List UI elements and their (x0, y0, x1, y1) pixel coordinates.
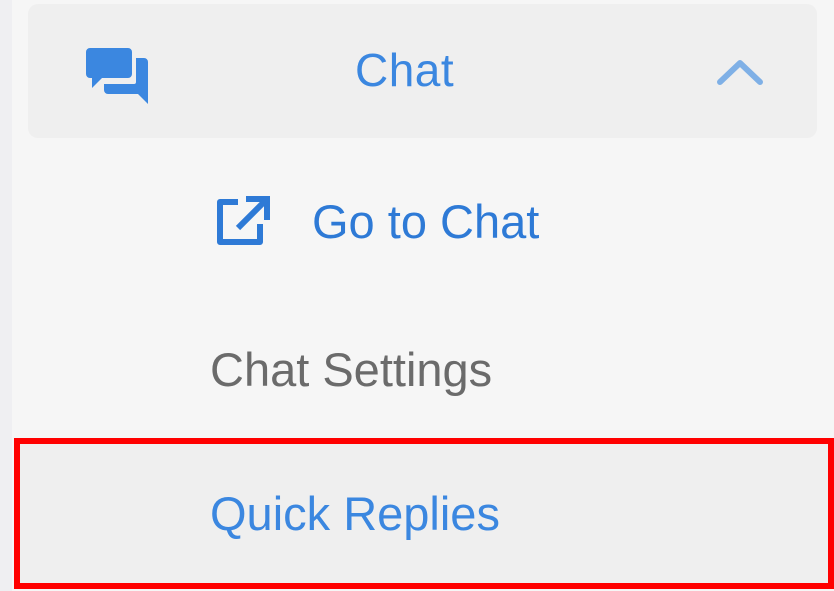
go-to-chat-label: Go to Chat (312, 195, 540, 248)
chevron-up-icon[interactable] (716, 58, 764, 86)
quick-replies-label: Quick Replies (210, 487, 500, 540)
go-to-chat-link[interactable]: Go to Chat (214, 190, 714, 260)
chat-bubbles-icon (86, 48, 148, 104)
quick-replies-link[interactable]: Quick Replies (210, 484, 710, 548)
sidebar-edge (0, 0, 12, 591)
chat-settings-label: Chat Settings (210, 343, 493, 396)
external-link-icon (217, 196, 270, 245)
chat-settings-link[interactable]: Chat Settings (210, 340, 710, 404)
chat-menu-title[interactable]: Chat (355, 42, 454, 98)
